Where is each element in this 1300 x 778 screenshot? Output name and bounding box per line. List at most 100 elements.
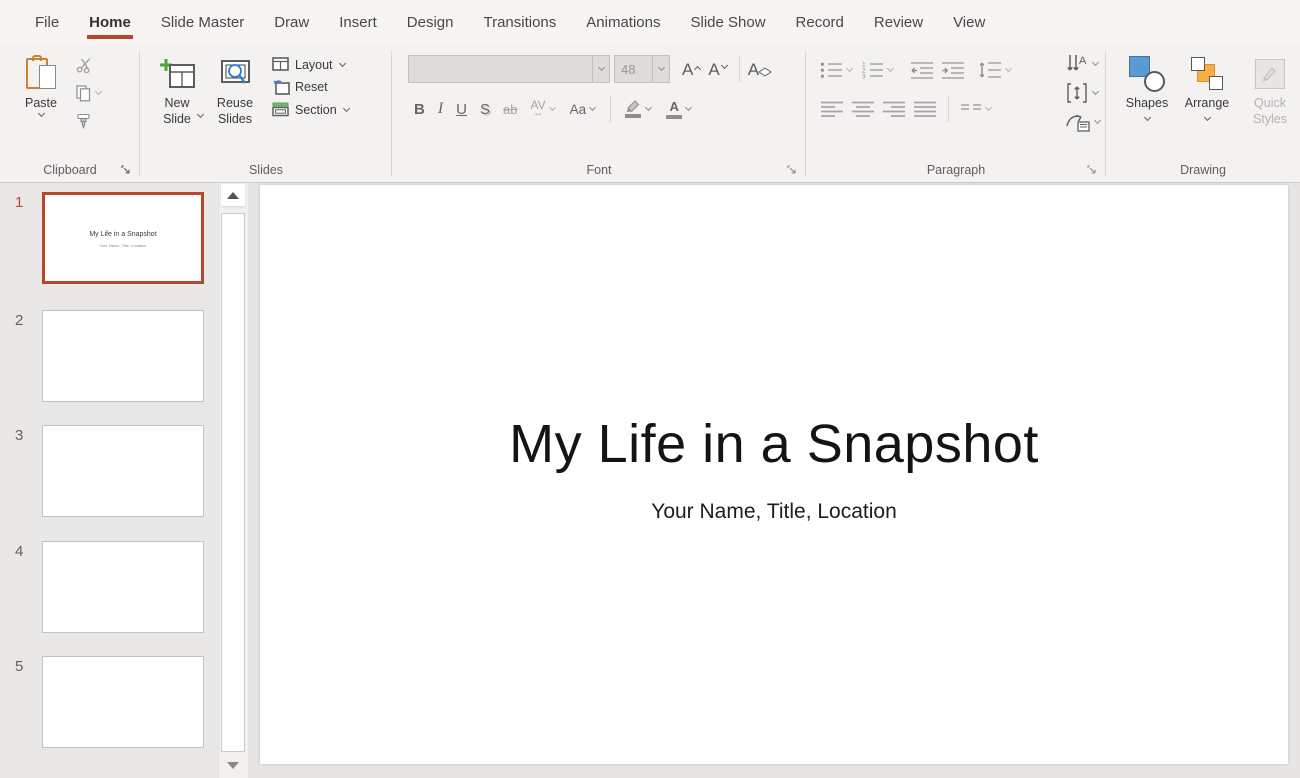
font-name-dropdown[interactable] (592, 56, 609, 82)
paragraph-group-label: Paragraph (927, 163, 985, 177)
layout-button[interactable]: Layout (272, 57, 351, 72)
shapes-icon (1129, 53, 1165, 95)
tab-file[interactable]: File (35, 0, 59, 45)
italic-button[interactable]: I (438, 100, 443, 118)
reset-button[interactable]: Reset (272, 79, 351, 95)
new-slide-label: New Slide (152, 95, 202, 128)
slide-number: 3 (0, 425, 42, 517)
align-right-icon (882, 100, 906, 118)
increase-indent-button[interactable] (941, 60, 965, 80)
tab-insert[interactable]: Insert (339, 0, 377, 45)
tab-draw[interactable]: Draw (274, 0, 309, 45)
underline-button[interactable]: U (456, 101, 467, 118)
slide-thumbnail-2[interactable]: 2 (0, 310, 204, 402)
paragraph-dialog-launcher[interactable] (1085, 163, 1099, 177)
decrease-indent-icon (910, 60, 934, 80)
thumbnail-title: My Life in a Snapshot (45, 231, 201, 238)
slide-canvas[interactable]: My Life in a Snapshot Your Name, Title, … (260, 185, 1288, 764)
scroll-up-icon (227, 192, 239, 199)
reuse-slides-button[interactable]: Reuse Slides (208, 45, 262, 128)
shapes-button[interactable]: Shapes (1120, 45, 1174, 123)
svg-text:3: 3 (862, 73, 866, 80)
section-button[interactable]: Section (272, 102, 351, 117)
slide-number: 2 (0, 310, 42, 402)
clear-formatting-button[interactable]: A (748, 61, 769, 78)
tab-review[interactable]: Review (874, 0, 923, 45)
slide-subtitle-text[interactable]: Your Name, Title, Location (260, 500, 1288, 524)
tab-home[interactable]: Home (89, 0, 131, 45)
grow-font-button[interactable]: A (682, 61, 700, 78)
arrange-button[interactable]: Arrange (1180, 45, 1234, 123)
new-slide-button[interactable]: New Slide (150, 45, 204, 120)
scroll-up-button[interactable] (221, 184, 245, 206)
strikethrough-button[interactable]: ab (503, 102, 517, 117)
slide-5-preview[interactable] (42, 656, 204, 748)
tab-slide-master[interactable]: Slide Master (161, 0, 244, 45)
section-icon (272, 102, 290, 117)
tab-slide-show[interactable]: Slide Show (690, 0, 765, 45)
text-highlight-button[interactable] (624, 100, 653, 118)
format-painter-icon (76, 113, 92, 129)
slide-2-preview[interactable] (42, 310, 204, 402)
format-painter-button[interactable] (76, 111, 92, 131)
numbering-button[interactable]: 123 (861, 60, 895, 80)
align-right-button[interactable] (882, 100, 906, 118)
ribbon-group-clipboard: Paste (0, 45, 140, 182)
font-name-combobox[interactable] (408, 55, 610, 83)
clipboard-dialog-launcher[interactable] (119, 163, 133, 177)
paste-button[interactable]: Paste (14, 45, 68, 119)
font-group-label: Font (586, 163, 611, 177)
font-size-value: 48 (615, 62, 652, 77)
bold-button[interactable]: B (414, 101, 425, 118)
change-case-icon: Aa (570, 102, 587, 117)
scrollbar-thumb[interactable] (221, 213, 245, 752)
slide-3-preview[interactable] (42, 425, 204, 517)
chevron-down-icon (342, 106, 351, 114)
justify-button[interactable] (913, 100, 937, 118)
slide-title-text[interactable]: My Life in a Snapshot (260, 413, 1288, 475)
decrease-indent-button[interactable] (910, 60, 934, 80)
copy-button[interactable] (76, 83, 103, 103)
justify-icon (913, 100, 937, 118)
ribbon-group-drawing: Shapes Arrange Quick Styles Drawing (1106, 45, 1300, 182)
slide-thumbnail-5[interactable]: 5 (0, 656, 204, 748)
slide-thumbnail-3[interactable]: 3 (0, 425, 204, 517)
font-color-icon: A (666, 100, 682, 119)
tab-transitions[interactable]: Transitions (483, 0, 556, 45)
section-label: Section (295, 103, 337, 117)
font-size-dropdown[interactable] (652, 55, 670, 83)
slide-4-preview[interactable] (42, 541, 204, 633)
ribbon-group-slides: New Slide Reuse Slides (140, 45, 392, 182)
shrink-font-button[interactable]: A (708, 61, 726, 78)
font-size-combobox[interactable]: 48 (614, 55, 652, 83)
columns-button[interactable] (960, 102, 993, 116)
reuse-slides-label: Reuse Slides (210, 95, 260, 128)
tab-view[interactable]: View (953, 0, 985, 45)
align-text-icon (1065, 82, 1089, 104)
change-case-button[interactable]: Aa (570, 102, 598, 117)
cut-button[interactable] (76, 55, 93, 75)
slide-thumbnail-1[interactable]: 1 My Life in a Snapshot Your Name, Title… (0, 192, 204, 284)
reuse-slides-icon (218, 53, 252, 95)
quick-styles-button[interactable]: Quick Styles (1240, 45, 1300, 128)
text-shadow-button[interactable]: S (480, 101, 490, 118)
align-left-button[interactable] (820, 100, 844, 118)
character-spacing-icon: AV↔ (531, 99, 546, 119)
slide-1-preview[interactable]: My Life in a Snapshot Your Name, Title, … (42, 192, 204, 284)
thumbnail-scrollbar[interactable] (218, 183, 248, 778)
character-spacing-button[interactable]: AV↔ (531, 99, 557, 119)
align-center-button[interactable] (851, 100, 875, 118)
bullets-button[interactable] (820, 60, 854, 80)
align-text-button[interactable] (1065, 82, 1102, 104)
line-spacing-button[interactable] (978, 60, 1013, 80)
tab-animations[interactable]: Animations (586, 0, 660, 45)
text-direction-button[interactable]: A (1065, 53, 1102, 75)
tab-record[interactable]: Record (796, 0, 844, 45)
scroll-down-button[interactable] (221, 754, 245, 776)
ribbon-group-font: 48 A A A B I (392, 45, 806, 182)
slide-thumbnail-4[interactable]: 4 (0, 541, 204, 633)
font-dialog-launcher[interactable] (785, 163, 799, 177)
tab-design[interactable]: Design (407, 0, 454, 45)
font-color-button[interactable]: A (666, 100, 693, 119)
convert-to-smartart-button[interactable] (1065, 111, 1102, 133)
